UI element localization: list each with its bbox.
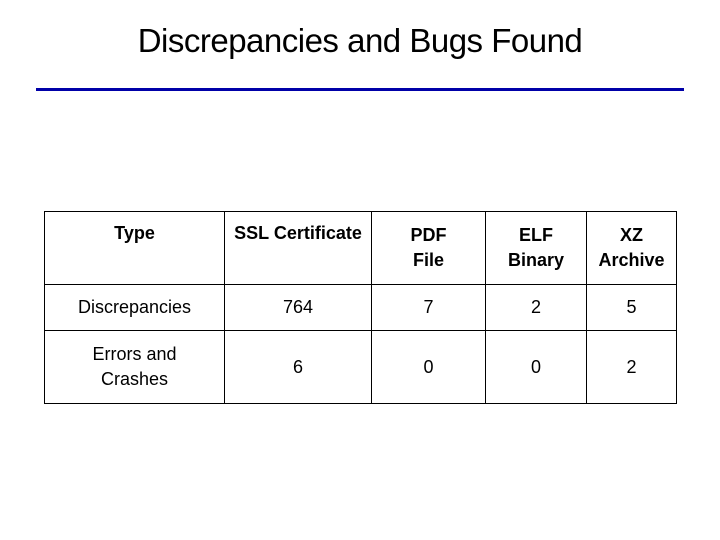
cell-elf: 0: [485, 330, 587, 404]
header-pdf-line1: PDF: [410, 225, 447, 245]
cell-ssl: 6: [224, 330, 372, 404]
row-label: Errors and Crashes: [44, 330, 225, 404]
table-row: Discrepancies 764 7 2 5: [44, 284, 677, 331]
header-xz-line2: Archive: [598, 250, 665, 270]
header-type-label: Type: [114, 223, 155, 243]
header-elf-line2: Binary: [507, 250, 565, 270]
row-label-line1: Errors and: [92, 344, 177, 364]
slide-title: Discrepancies and Bugs Found: [137, 22, 583, 59]
bugs-table: Type SSL Certificate PDF File ELF Binary…: [44, 211, 677, 404]
header-elf-line1: ELF: [519, 225, 553, 245]
cell-xz: 2: [586, 330, 677, 404]
header-ssl-label: SSL Certificate: [234, 223, 362, 243]
cell-xz: 5: [586, 284, 677, 331]
header-pdf-line2: File: [412, 250, 444, 270]
header-ssl-certificate: SSL Certificate: [224, 211, 372, 285]
table-row: Errors and Crashes 6 0 0 2: [44, 330, 677, 404]
cell-ssl: 764: [224, 284, 372, 331]
header-xz-archive: XZ Archive: [586, 211, 677, 285]
cell-pdf: 7: [371, 284, 486, 331]
header-type: Type: [44, 211, 225, 285]
title-underline: [36, 88, 684, 91]
row-label-text: Discrepancies: [77, 297, 192, 317]
header-pdf-file: PDF File: [371, 211, 486, 285]
header-elf-binary: ELF Binary: [485, 211, 587, 285]
header-xz-line1: XZ: [619, 225, 643, 245]
row-label: Discrepancies: [44, 284, 225, 331]
row-label-line2: Crashes: [100, 369, 169, 389]
table-header-row: Type SSL Certificate PDF File ELF Binary…: [44, 211, 677, 285]
cell-pdf: 0: [371, 330, 486, 404]
cell-elf: 2: [485, 284, 587, 331]
